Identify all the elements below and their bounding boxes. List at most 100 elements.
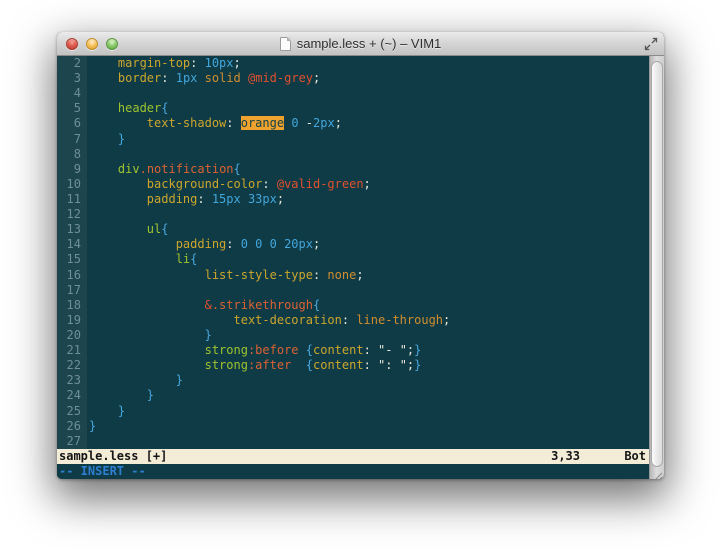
document-icon <box>280 37 291 51</box>
line-number: 15 <box>57 252 87 267</box>
resize-grip[interactable] <box>653 468 663 478</box>
line-number: 13 <box>57 222 87 237</box>
code-line: 17 <box>57 283 649 298</box>
code-line: 12 <box>57 207 649 222</box>
code-text: } <box>87 132 125 147</box>
line-number: 10 <box>57 177 87 192</box>
code-line: 19 text-decoration: line-through; <box>57 313 649 328</box>
code-line: 10 background-color: @valid-green; <box>57 177 649 192</box>
line-number: 3 <box>57 71 87 86</box>
minimize-button[interactable] <box>86 38 98 50</box>
code-line: 2 margin-top: 10px; <box>57 56 649 71</box>
code-text: } <box>87 328 212 343</box>
code-text: &.strikethrough{ <box>87 298 320 313</box>
line-number: 23 <box>57 373 87 388</box>
line-number: 20 <box>57 328 87 343</box>
line-number: 24 <box>57 388 87 403</box>
code-text: } <box>87 404 125 419</box>
title-group: sample.less + (~) – VIM1 <box>280 36 442 51</box>
window-body: 2 margin-top: 10px;3 border: 1px solid @… <box>57 56 664 479</box>
code-line: 7 } <box>57 132 649 147</box>
code-text: li{ <box>87 252 197 267</box>
code-line: 24 } <box>57 388 649 403</box>
line-number: 21 <box>57 343 87 358</box>
code-line: 23 } <box>57 373 649 388</box>
code-line: 14 padding: 0 0 0 20px; <box>57 237 649 252</box>
code-text: margin-top: 10px; <box>87 56 241 71</box>
code-text <box>87 434 89 449</box>
code-text <box>87 207 89 222</box>
close-button[interactable] <box>66 38 78 50</box>
code-line: 27 <box>57 434 649 449</box>
code-text: } <box>87 373 183 388</box>
statusline: sample.less [+] 3,33 Bot <box>57 449 649 464</box>
code-line: 9 div.notification{ <box>57 162 649 177</box>
desktop-background: sample.less + (~) – VIM1 2 margin-top: 1… <box>0 0 720 559</box>
code-line: 8 <box>57 147 649 162</box>
scrollbar[interactable] <box>649 56 664 479</box>
vim-window: sample.less + (~) – VIM1 2 margin-top: 1… <box>57 32 664 479</box>
mode-indicator: -- INSERT -- <box>57 464 649 479</box>
code-text: } <box>87 388 154 403</box>
scrollbar-thumb[interactable] <box>651 61 663 467</box>
code-text: background-color: @valid-green; <box>87 177 371 192</box>
line-number: 25 <box>57 404 87 419</box>
code-area[interactable]: 2 margin-top: 10px;3 border: 1px solid @… <box>57 56 649 449</box>
statusline-ruler: 3,33 <box>551 449 580 464</box>
line-number: 22 <box>57 358 87 373</box>
code-line: 4 <box>57 86 649 101</box>
code-line: 22 strong:after {content: ": ";} <box>57 358 649 373</box>
code-line: 20 } <box>57 328 649 343</box>
code-text: ul{ <box>87 222 168 237</box>
line-number: 17 <box>57 283 87 298</box>
line-number: 18 <box>57 298 87 313</box>
line-number: 7 <box>57 132 87 147</box>
line-number: 2 <box>57 56 87 71</box>
editor-column: 2 margin-top: 10px;3 border: 1px solid @… <box>57 56 649 479</box>
code-line: 11 padding: 15px 33px; <box>57 192 649 207</box>
line-number: 16 <box>57 268 87 283</box>
code-line: 18 &.strikethrough{ <box>57 298 649 313</box>
code-line: 5 header{ <box>57 101 649 116</box>
line-number: 8 <box>57 147 87 162</box>
zoom-button[interactable] <box>106 38 118 50</box>
code-line: 15 li{ <box>57 252 649 267</box>
line-number: 5 <box>57 101 87 116</box>
code-text: border: 1px solid @mid-grey; <box>87 71 320 86</box>
line-number: 11 <box>57 192 87 207</box>
code-text: div.notification{ <box>87 162 241 177</box>
code-line: 26} <box>57 419 649 434</box>
window-title: sample.less + (~) – VIM1 <box>297 36 442 51</box>
window-titlebar[interactable]: sample.less + (~) – VIM1 <box>57 32 664 56</box>
code-text: text-shadow: orange 0 -2px; <box>87 116 342 131</box>
line-number: 6 <box>57 116 87 131</box>
code-text <box>87 86 89 101</box>
line-number: 27 <box>57 434 87 449</box>
code-text: strong:after {content: ": ";} <box>87 358 421 373</box>
search-highlight: orange <box>241 116 284 130</box>
line-number: 19 <box>57 313 87 328</box>
line-number: 14 <box>57 237 87 252</box>
statusline-scroll-position: Bot <box>624 449 646 464</box>
code-text: text-decoration: line-through; <box>87 313 450 328</box>
traffic-lights <box>66 32 118 55</box>
code-line: 3 border: 1px solid @mid-grey; <box>57 71 649 86</box>
line-number: 9 <box>57 162 87 177</box>
code-line: 16 list-style-type: none; <box>57 268 649 283</box>
code-line: 13 ul{ <box>57 222 649 237</box>
code-line: 6 text-shadow: orange 0 -2px; <box>57 116 649 131</box>
fullscreen-icon[interactable] <box>644 37 658 51</box>
code-text: padding: 0 0 0 20px; <box>87 237 320 252</box>
line-number: 4 <box>57 86 87 101</box>
code-text: list-style-type: none; <box>87 268 364 283</box>
code-text: padding: 15px 33px; <box>87 192 284 207</box>
code-text: } <box>87 419 96 434</box>
code-text: header{ <box>87 101 169 116</box>
code-line: 21 strong:before {content: "- ";} <box>57 343 649 358</box>
line-number: 26 <box>57 419 87 434</box>
code-text <box>87 147 89 162</box>
code-text: strong:before {content: "- ";} <box>87 343 421 358</box>
code-text <box>87 283 89 298</box>
code-line: 25 } <box>57 404 649 419</box>
statusline-filename: sample.less [+] <box>59 449 167 463</box>
